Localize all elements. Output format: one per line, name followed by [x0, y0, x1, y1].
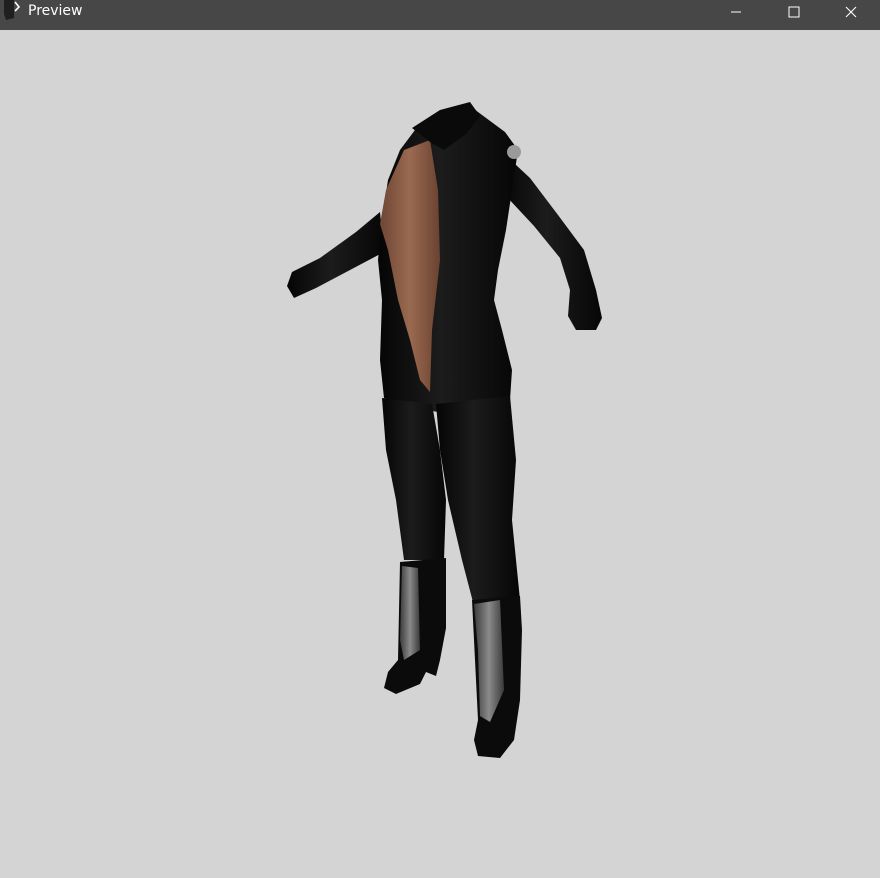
- minimize-icon: [731, 11, 741, 13]
- right-leg: [436, 396, 520, 606]
- character-model: [287, 102, 602, 758]
- maximize-icon: [788, 6, 800, 18]
- title-bar[interactable]: Preview: [0, 0, 880, 30]
- maximize-button[interactable]: [765, 0, 823, 24]
- minimize-button[interactable]: [707, 0, 765, 24]
- close-icon: [845, 6, 857, 18]
- right-sleeve: [500, 150, 602, 330]
- left-leg: [382, 398, 446, 560]
- preview-window: Preview: [0, 0, 880, 878]
- left-boot-plate: [400, 566, 420, 660]
- window-title: Preview: [28, 3, 83, 19]
- close-button[interactable]: [822, 0, 880, 24]
- left-sleeve: [287, 212, 384, 298]
- shoulder-emblem: [507, 145, 521, 159]
- app-icon: [0, 0, 24, 22]
- preview-viewport[interactable]: [0, 30, 880, 878]
